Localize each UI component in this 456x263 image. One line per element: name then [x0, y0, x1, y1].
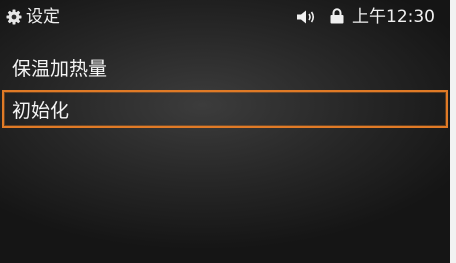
menu-item-keep-warm-heating[interactable]: 保温加热量 — [2, 48, 448, 86]
menu-item-label: 初始化 — [12, 100, 70, 122]
gear-icon — [6, 9, 22, 25]
status-bar: 设定 上午12:30 — [0, 0, 450, 42]
menu-item-label: 保温加热量 — [12, 58, 108, 80]
menu-item-initialize[interactable]: 初始化 — [2, 90, 448, 128]
settings-menu: 保温加热量 初始化 — [0, 48, 450, 128]
speaker-icon — [297, 10, 315, 24]
clock: 上午12:30 — [352, 7, 435, 27]
lock-icon — [330, 8, 344, 24]
device-screen: 设定 上午12:30 保温加热量 初始化 — [0, 0, 456, 263]
screen-title: 设定 — [26, 7, 60, 27]
